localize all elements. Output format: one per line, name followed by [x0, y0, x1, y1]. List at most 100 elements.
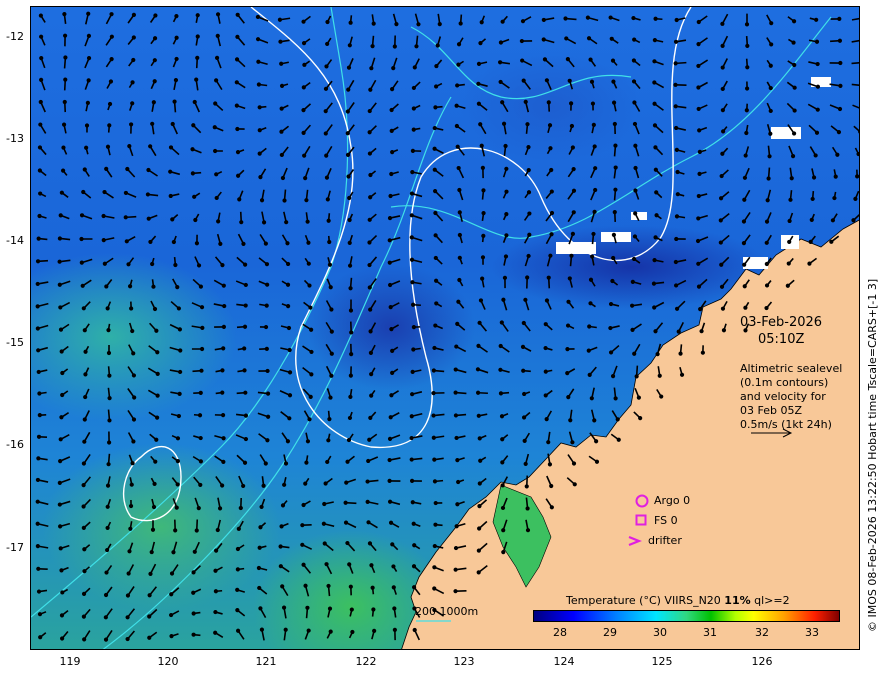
velocity-arrow-head [171, 550, 176, 555]
velocity-arrow-head [131, 373, 137, 378]
velocity-arrow-head [588, 277, 594, 282]
velocity-arrow-head [652, 38, 657, 43]
velocity-arrow-head [608, 325, 613, 331]
velocity-arrow-head [302, 62, 307, 67]
velocity-arrow-head [785, 283, 790, 288]
velocity-arrow-head [243, 303, 248, 308]
velocity-arrow-head [79, 213, 85, 218]
velocity-arrow-head [221, 283, 226, 288]
velocity-arrow-head [213, 630, 218, 635]
velocity-arrow-head [306, 261, 311, 266]
velocity-arrow-head [265, 438, 270, 443]
velocity-arrow-head [131, 35, 136, 40]
velocity-arrow-head [673, 104, 678, 109]
velocity-arrow-head [543, 345, 548, 351]
velocity-arrow-head [744, 22, 750, 27]
velocity-arrow-head [102, 261, 107, 266]
velocity-arrow-head [673, 61, 678, 66]
velocity-arrow-head [611, 100, 617, 105]
velocity-arrow-head [285, 261, 291, 267]
velocity-arrow-head [718, 196, 724, 201]
velocity-arrow-head [500, 100, 505, 105]
velocity-arrow-head [126, 262, 131, 267]
velocity-arrow-head [838, 83, 843, 88]
velocity-arrow-head [126, 571, 131, 576]
velocity-arrow [851, 39, 859, 43]
velocity-arrow-head [263, 461, 268, 466]
velocity-arrow [852, 104, 859, 109]
velocity-arrow-head [168, 193, 173, 199]
velocity-arrow-head [432, 565, 437, 570]
velocity-arrow-head [285, 241, 290, 246]
velocity-arrow-head [329, 329, 334, 334]
velocity-arrow-head [323, 86, 329, 91]
map-plot-area [30, 6, 860, 650]
velocity-arrow-head [105, 306, 110, 311]
velocity-arrow-head [679, 372, 685, 377]
velocity-arrow-head [391, 66, 396, 71]
velocity-arrow-head [327, 262, 333, 267]
velocity-arrow-head [409, 213, 414, 218]
velocity-arrow-head [764, 219, 770, 224]
velocity-arrow-head [608, 15, 613, 20]
velocity-arrow-head [695, 238, 701, 244]
velocity-arrow-head [84, 145, 89, 150]
velocity-arrow-head [325, 459, 330, 465]
velocity-arrow-head [197, 413, 203, 418]
velocity-arrow-head [81, 504, 86, 509]
velocity-arrow-head [368, 172, 373, 178]
velocity-arrow [851, 62, 859, 65]
velocity-arrow-head [410, 369, 415, 374]
velocity-arrow-head [454, 123, 459, 129]
velocity-arrow-head [503, 254, 509, 259]
velocity-arrow-head [346, 437, 352, 443]
velocity-arrow-head [127, 284, 133, 289]
velocity-arrow-head [305, 605, 310, 610]
velocity-arrow-head [568, 418, 573, 423]
velocity-arrow-head [719, 173, 724, 179]
velocity-arrow-head [79, 236, 84, 242]
velocity-arrow-head [366, 520, 371, 525]
velocity-arrow-head [327, 417, 332, 422]
velocity-arrow-head [523, 297, 528, 302]
velocity-arrow-head [173, 78, 179, 83]
velocity-arrow-head [277, 17, 283, 22]
velocity-arrow-head [632, 37, 637, 42]
velocity-arrow-head [390, 149, 395, 155]
velocity-arrow-head [348, 394, 353, 399]
velocity-arrow-head [652, 258, 657, 263]
velocity-arrow-head [149, 549, 154, 555]
velocity-arrow-head [594, 459, 600, 464]
velocity-arrow-head [433, 255, 438, 261]
velocity-arrow-head [475, 390, 481, 395]
lat-tick: -12 [6, 30, 24, 43]
velocity-arrow-head [153, 13, 158, 18]
velocity-arrow-head [477, 526, 482, 531]
velocity-arrow-head [674, 236, 679, 242]
velocity-arrow-head [329, 351, 334, 356]
velocity-arrow-head [348, 373, 353, 378]
velocity-arrow-head [608, 350, 614, 355]
velocity-arrow-head [192, 99, 197, 105]
velocity-arrow-head [63, 77, 68, 82]
velocity-arrow-head [698, 307, 703, 312]
velocity-arrow-head [764, 240, 769, 245]
velocity-arrow-head [764, 305, 769, 311]
velocity-arrow-head [549, 483, 554, 489]
velocity-arrow-head [174, 35, 179, 40]
colorbar [533, 610, 840, 622]
velocity-arrow-head [526, 145, 531, 150]
velocity-arrow-head [527, 211, 532, 216]
velocity-arrow-head [370, 585, 375, 590]
velocity-arrow-head [410, 500, 415, 505]
velocity-arrow-head [811, 175, 817, 180]
lon-tick: 125 [651, 655, 673, 668]
velocity-arrow-head [35, 521, 40, 526]
velocity-arrow-head [38, 191, 43, 196]
velocity-arrow-head [387, 215, 393, 221]
velocity-arrow-head [86, 33, 92, 38]
velocity-arrow-head [59, 613, 65, 618]
velocity-arrow-head [476, 570, 481, 575]
velocity-arrow-head [718, 218, 723, 223]
velocity-arrow-head [500, 460, 505, 465]
